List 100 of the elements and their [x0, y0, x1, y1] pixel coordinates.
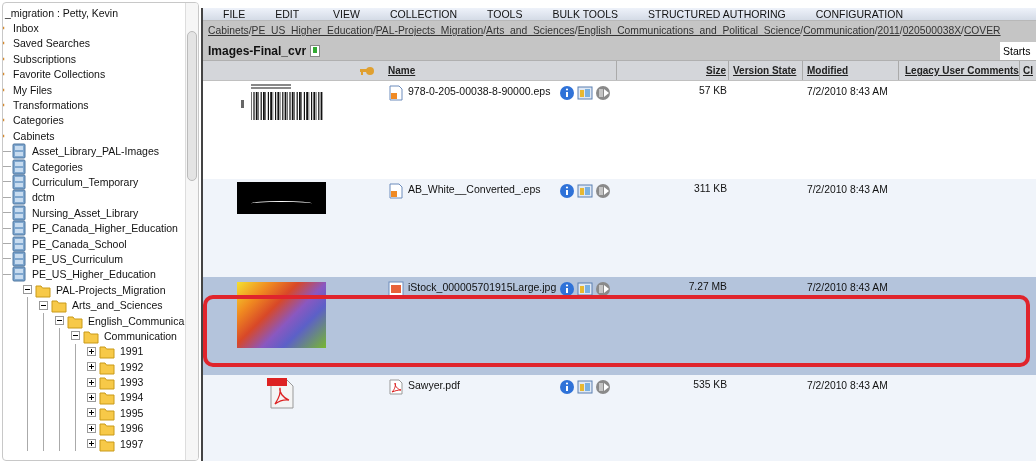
menu-item[interactable]: TOOLS — [487, 8, 523, 20]
tree-item[interactable]: Saved Searches — [13, 37, 91, 50]
breadcrumb-separator: / — [483, 25, 487, 36]
menu-item[interactable]: STRUCTURED AUTHORING — [648, 8, 786, 20]
cabinet-icon — [11, 235, 27, 252]
tree-item[interactable]: 1995 — [120, 406, 144, 419]
pdf-file-icon — [388, 379, 404, 395]
tree-item[interactable]: Transformations — [13, 99, 89, 112]
collapse-toggle[interactable] — [23, 285, 32, 295]
table-row[interactable]: iStock_000005701915Large.jpg 7.27 MB 7/2/2010 8:43 AM — [203, 277, 1036, 375]
play-icon[interactable] — [595, 379, 611, 395]
folder-icon — [99, 343, 115, 360]
folder-icon — [99, 374, 115, 391]
tree-item[interactable]: Cabinets — [13, 129, 55, 142]
tree-item[interactable]: PE_Canada_Higher_Education — [32, 222, 178, 235]
collapse-toggle[interactable] — [55, 316, 64, 325]
tree-item[interactable]: My Files — [13, 83, 53, 96]
tree-item[interactable]: 1994 — [120, 391, 144, 404]
expand-toggle[interactable] — [87, 362, 96, 372]
breadcrumb-link[interactable]: 020500038X — [902, 25, 962, 36]
breadcrumb-link[interactable]: PE_US_Higher_Education — [251, 25, 373, 36]
file-name[interactable]: 978-0-205-00038-8-90000.eps — [408, 85, 551, 97]
size-cell: 7.27 MB — [688, 281, 727, 292]
folder-icon — [51, 297, 67, 314]
tree-item[interactable]: Subscriptions — [13, 52, 77, 65]
tree-item[interactable]: dctm — [32, 191, 55, 204]
menu-item[interactable]: COLLECTION — [389, 8, 458, 20]
tree-item[interactable]: PE_US_Curriculum — [32, 252, 124, 265]
column-header[interactable]: Version State — [733, 65, 797, 76]
collapse-toggle[interactable] — [71, 331, 80, 341]
table-row[interactable]: AB_White__Converted_.eps 311 KB 7/2/2010 8:43 AM — [203, 179, 1036, 277]
cabinet-icon — [11, 174, 27, 190]
folder-icon — [99, 389, 115, 406]
folder-title: Images-Final_cvr — [208, 44, 307, 58]
filter-field[interactable]: Starts — [1000, 42, 1036, 60]
breadcrumb-link[interactable]: COVER — [963, 25, 1001, 36]
file-name[interactable]: AB_White__Converted_.eps — [408, 183, 541, 195]
pdf-thumbnail — [265, 376, 297, 410]
breadcrumb-link[interactable]: PAL-Projects_Migration — [375, 25, 484, 36]
breadcrumb-link[interactable]: English_Communications_and_Political_Science — [577, 25, 801, 36]
tree-item[interactable]: 1996 — [120, 422, 144, 435]
expand-toggle[interactable] — [87, 377, 96, 387]
info-icon[interactable] — [559, 379, 575, 395]
modified-cell: 7/2/2010 8:43 AM — [807, 380, 888, 391]
play-icon[interactable] — [595, 183, 611, 199]
breadcrumb-separator: / — [372, 25, 376, 36]
column-header[interactable]: Modified — [807, 65, 849, 76]
size-cell: 57 KB — [698, 85, 727, 96]
tree-item[interactable]: 1997 — [120, 437, 144, 450]
play-icon[interactable] — [595, 85, 611, 101]
cabinet-icon — [11, 266, 27, 283]
tree-item[interactable]: Inbox — [13, 22, 39, 35]
tree-item[interactable]: Favorite Collections — [13, 68, 106, 81]
play-icon[interactable] — [595, 281, 611, 297]
modified-cell: 7/2/2010 8:43 AM — [807, 184, 888, 195]
expand-toggle[interactable] — [87, 439, 96, 449]
tree-item[interactable]: Asset_Library_PAL-Images — [32, 145, 160, 158]
breadcrumb-link[interactable]: Communication — [803, 25, 875, 36]
menu-item[interactable]: VIEW — [333, 8, 360, 20]
collapse-toggle[interactable] — [39, 300, 48, 310]
info-icon[interactable] — [559, 85, 575, 101]
expand-toggle[interactable] — [87, 408, 96, 418]
column-header[interactable]: Legacy User Comments — [905, 65, 1019, 76]
menu-item[interactable]: CONFIGURATION — [815, 8, 903, 20]
breadcrumb-separator: / — [800, 25, 804, 36]
tree-item[interactable]: English_Communica — [88, 314, 185, 327]
tree-item[interactable]: 1993 — [120, 376, 144, 389]
table-row[interactable]: Sawyer.pdf 535 KB 7/2/2010 8:43 AM — [203, 375, 1036, 461]
tree-item[interactable]: PAL-Projects_Migration — [56, 283, 166, 296]
cabinet-icon — [11, 189, 27, 206]
menu-item[interactable]: BULK TOOLS — [552, 8, 619, 20]
expand-toggle[interactable] — [87, 346, 96, 356]
breadcrumb-link[interactable]: 2011 — [877, 25, 900, 36]
info-icon[interactable] — [559, 281, 575, 297]
scrollbar[interactable] — [185, 3, 198, 460]
expand-toggle[interactable] — [87, 392, 96, 402]
tree-item[interactable]: PE_US_Higher_Education — [32, 268, 156, 281]
expand-toggle[interactable] — [87, 423, 96, 433]
renditions-icon[interactable] — [577, 281, 593, 297]
column-header[interactable]: Cl — [1023, 65, 1033, 76]
breadcrumb-link[interactable]: Arts_and_Sciences — [486, 25, 575, 36]
tree-item[interactable]: PE_Canada_School — [32, 237, 127, 250]
column-header[interactable]: Name — [388, 65, 416, 76]
tree-item[interactable]: 1992 — [120, 360, 144, 373]
menu-item[interactable]: EDIT — [275, 8, 300, 20]
file-name[interactable]: Sawyer.pdf — [408, 379, 460, 391]
size-cell: 535 KB — [693, 379, 727, 390]
file-name[interactable]: iStock_000005701915Large.jpg — [408, 281, 557, 293]
tree-item[interactable]: Nursing_Asset_Library — [32, 206, 139, 219]
tree-item[interactable]: Categories — [13, 114, 64, 127]
tree-item[interactable]: 1991 — [120, 345, 144, 358]
menu-item[interactable]: FILE — [223, 8, 246, 20]
info-icon[interactable] — [559, 183, 575, 199]
cabinet-icon — [11, 143, 27, 160]
tree-item[interactable]: Arts_and_Sciences — [72, 299, 163, 312]
column-header[interactable]: Size — [706, 65, 726, 76]
tree-item[interactable]: Categories — [32, 160, 83, 173]
breadcrumb-link[interactable]: Cabinets — [208, 25, 249, 36]
tree-item[interactable]: Communication — [104, 329, 177, 342]
tree-item[interactable]: Curriculum_Temporary — [32, 176, 139, 188]
